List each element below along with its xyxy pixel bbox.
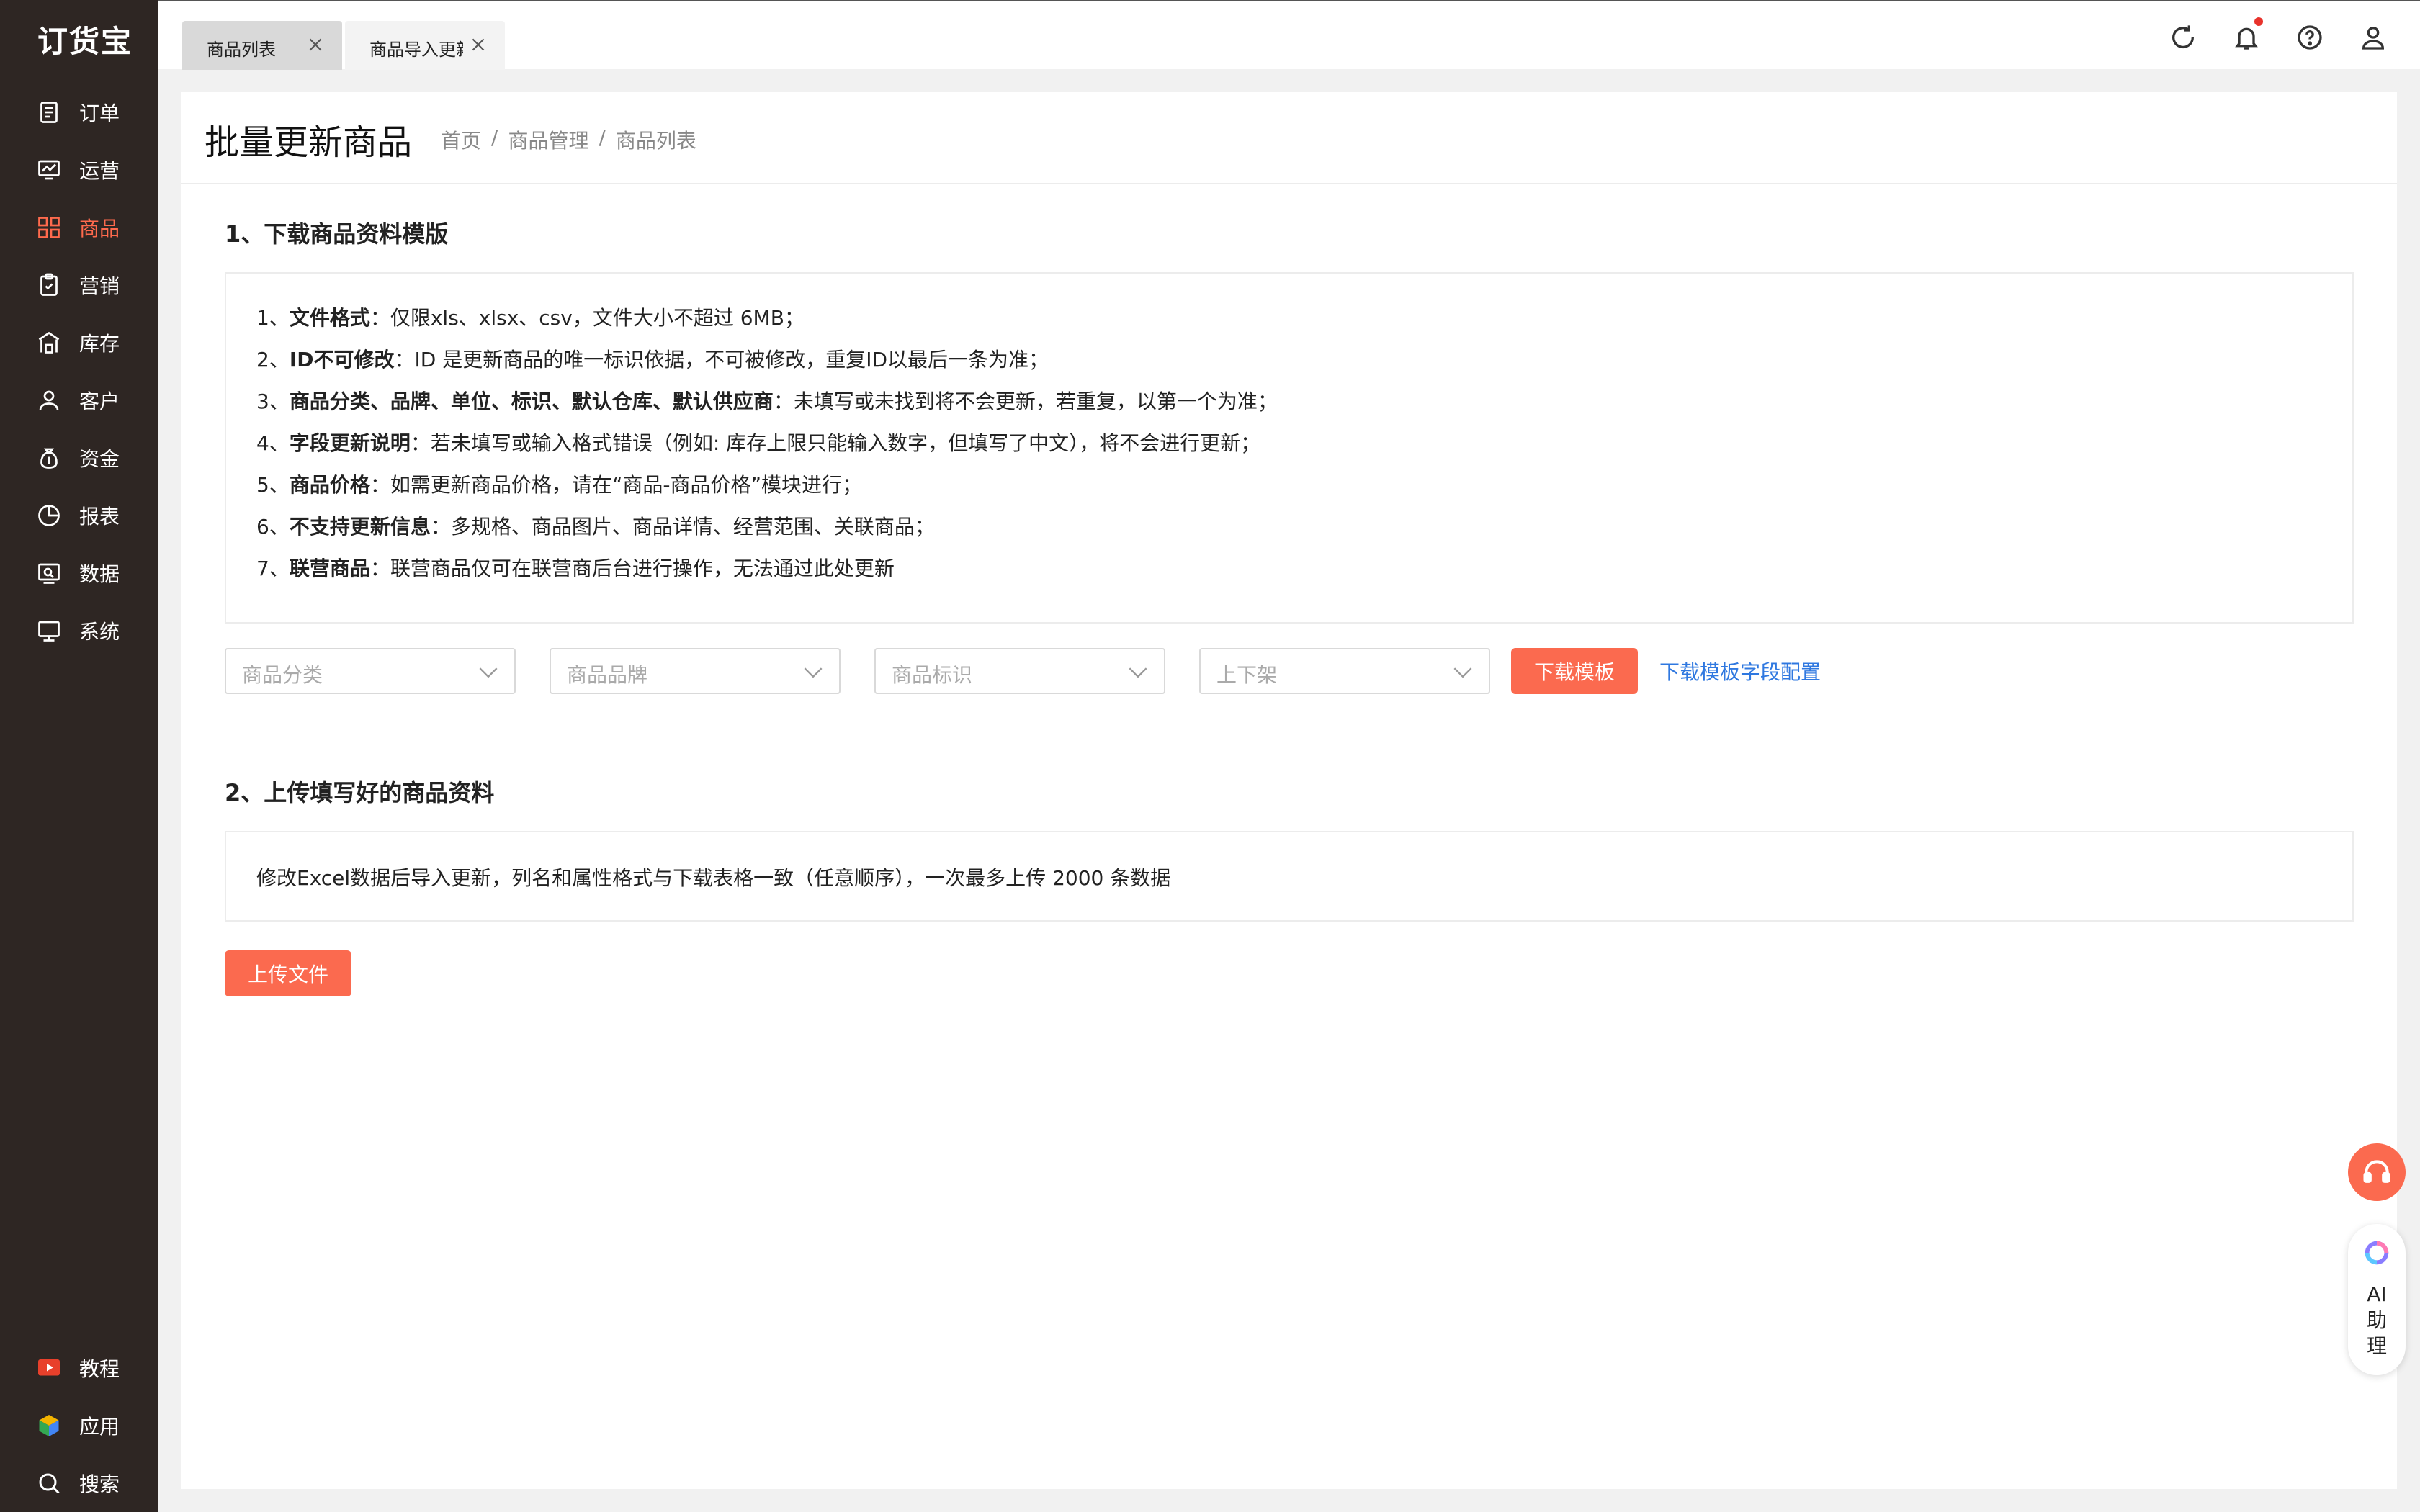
rule-line: 4、字段更新说明：若未填写或输入格式错误（例如: 库存上限只能输入数字，但填写了… <box>256 431 1261 455</box>
chevron-down-icon <box>1453 667 1472 678</box>
sidebar-item-label: 订单 <box>79 102 120 125</box>
breadcrumb-home[interactable]: 首页 <box>441 125 481 154</box>
sidebar-item-search[interactable]: 搜索 <box>0 1460 158 1506</box>
section-upload-title: 2、上传填写好的商品资料 <box>225 779 495 806</box>
tag-select[interactable]: 商品标识 <box>874 648 1165 694</box>
breadcrumb-goods-management[interactable]: 商品管理 <box>508 125 588 154</box>
bell-icon[interactable] <box>2232 23 2261 52</box>
sidebar-item-system[interactable]: 系统 <box>0 608 158 654</box>
select-placeholder: 商品标识 <box>892 663 973 687</box>
ai-logo-icon <box>2365 1241 2389 1265</box>
sidebar-item-operation[interactable]: 运营 <box>0 147 158 193</box>
rule-line: 1、文件格式：仅限xls、xlsx、csv，文件大小不超过 6MB； <box>256 306 805 330</box>
app-icon <box>39 1415 59 1436</box>
close-icon[interactable] <box>469 35 488 54</box>
sidebar: 订货宝 订单 运营 商品 营销 库存 客户 资金 报表 数据 系统 教程 应用 … <box>0 0 158 1512</box>
select-placeholder: 商品品牌 <box>567 663 648 687</box>
category-select[interactable]: 商品分类 <box>225 648 516 694</box>
sidebar-item-label: 资金 <box>79 447 120 471</box>
sidebar-item-label: 运营 <box>79 159 120 183</box>
app-logo: 订货宝 <box>37 24 133 59</box>
tab-goods-list[interactable]: 商品列表 <box>182 21 342 70</box>
chevron-down-icon <box>804 667 823 678</box>
sidebar-item-label: 搜索 <box>79 1472 120 1496</box>
sidebar-item-label: 数据 <box>79 562 120 586</box>
sidebar-item-label: 教程 <box>79 1357 120 1381</box>
user-icon[interactable] <box>2359 23 2388 52</box>
goods-icon <box>38 217 60 238</box>
sidebar-item-data[interactable]: 数据 <box>0 550 158 596</box>
help-icon[interactable] <box>2295 23 2324 52</box>
topbar: 商品列表 商品导入更新 <box>158 0 2420 70</box>
rules-box: 1、文件格式：仅限xls、xlsx、csv，文件大小不超过 6MB； 2、ID不… <box>225 272 2354 624</box>
sidebar-item-goods[interactable]: 商品 <box>0 204 158 251</box>
sidebar-item-label: 系统 <box>79 620 120 644</box>
customer-service-button[interactable] <box>2348 1143 2406 1201</box>
sidebar-item-tutorial[interactable]: 教程 <box>0 1345 158 1391</box>
chevron-down-icon <box>1129 667 1147 678</box>
template-field-config-link[interactable]: 下载模板字段配置 <box>1659 657 1821 685</box>
money-icon <box>40 448 58 469</box>
sidebar-item-label: 客户 <box>79 390 120 413</box>
headset-icon <box>2363 1160 2390 1183</box>
sidebar-item-app[interactable]: 应用 <box>0 1403 158 1449</box>
breadcrumb-separator: / <box>599 125 606 149</box>
sidebar-item-label: 库存 <box>79 332 120 356</box>
sidebar-item-label: 报表 <box>79 505 120 528</box>
sidebar-item-marketing[interactable]: 营销 <box>0 262 158 308</box>
refresh-icon[interactable] <box>2169 23 2197 52</box>
tab-goods-import[interactable]: 商品导入更新 <box>345 21 505 70</box>
rule-line: 5、商品价格：如需更新商品价格，请在“商品-商品价格”模块进行； <box>256 473 862 497</box>
notification-dot <box>2254 17 2263 26</box>
rule-line: 6、不支持更新信息：多规格、商品图片、商品详情、经营范围、关联商品； <box>256 515 935 539</box>
sidebar-item-warehouse[interactable]: 库存 <box>0 320 158 366</box>
system-icon <box>38 621 60 642</box>
rule-line: 7、联营商品：联营商品仅可在联营商后台进行操作，无法通过此处更新 <box>256 557 895 580</box>
sidebar-item-label: 应用 <box>79 1415 120 1439</box>
download-template-button[interactable]: 下载模板 <box>1511 648 1638 694</box>
tutorial-icon <box>38 1359 60 1376</box>
select-placeholder: 商品分类 <box>242 663 323 687</box>
tab-label: 商品导入更新 <box>369 40 463 60</box>
section-download-title: 1、下载商品资料模版 <box>225 220 449 248</box>
order-icon <box>40 102 58 123</box>
sidebar-item-label: 商品 <box>79 217 120 240</box>
warehouse-icon <box>38 331 60 354</box>
rule-line: 3、商品分类、品牌、单位、标识、默认仓库、默认供应商：未填写或未找到将不会更新，… <box>256 390 1278 413</box>
page-header: 批量更新商品 首页 / 商品管理 / 商品列表 <box>182 92 2397 184</box>
rule-line: 2、ID不可修改：ID 是更新商品的唯一标识依据，不可被修改，重复ID以最后一条… <box>256 348 1049 372</box>
upload-file-button[interactable]: 上传文件 <box>225 950 351 996</box>
sidebar-item-money[interactable]: 资金 <box>0 435 158 481</box>
sidebar-item-customer[interactable]: 客户 <box>0 377 158 423</box>
breadcrumb: 首页 / 商品管理 / 商品列表 <box>441 125 696 154</box>
page-title: 批量更新商品 <box>205 122 413 163</box>
operation-icon <box>38 160 60 180</box>
ai-assistant-label: AI 助 理 <box>2366 1282 2387 1358</box>
tab-label: 商品列表 <box>207 40 276 60</box>
ai-assistant-button[interactable]: AI 助 理 <box>2348 1224 2406 1375</box>
search-icon <box>39 1473 60 1494</box>
data-icon <box>38 563 60 584</box>
sidebar-item-label: 营销 <box>79 274 120 298</box>
customer-icon <box>39 390 59 410</box>
marketing-icon <box>40 273 58 296</box>
upload-description: 修改Excel数据后导入更新，列名和属性格式与下载表格一致（任意顺序），一次最多… <box>256 866 1171 890</box>
shelf-status-select[interactable]: 上下架 <box>1199 648 1490 694</box>
breadcrumb-goods-list[interactable]: 商品列表 <box>616 125 696 154</box>
select-placeholder: 上下架 <box>1216 663 1278 687</box>
report-icon <box>38 505 60 526</box>
upload-info-box: 修改Excel数据后导入更新，列名和属性格式与下载表格一致（任意顺序），一次最多… <box>225 831 2354 922</box>
sidebar-item-order[interactable]: 订单 <box>0 89 158 135</box>
chevron-down-icon <box>479 667 498 678</box>
brand-select[interactable]: 商品品牌 <box>550 648 841 694</box>
close-icon[interactable] <box>306 35 325 54</box>
main-card: 批量更新商品 首页 / 商品管理 / 商品列表 1、下载商品资料模版 1、文件格… <box>182 92 2397 1489</box>
breadcrumb-separator: / <box>491 125 498 149</box>
sidebar-item-report[interactable]: 报表 <box>0 492 158 539</box>
